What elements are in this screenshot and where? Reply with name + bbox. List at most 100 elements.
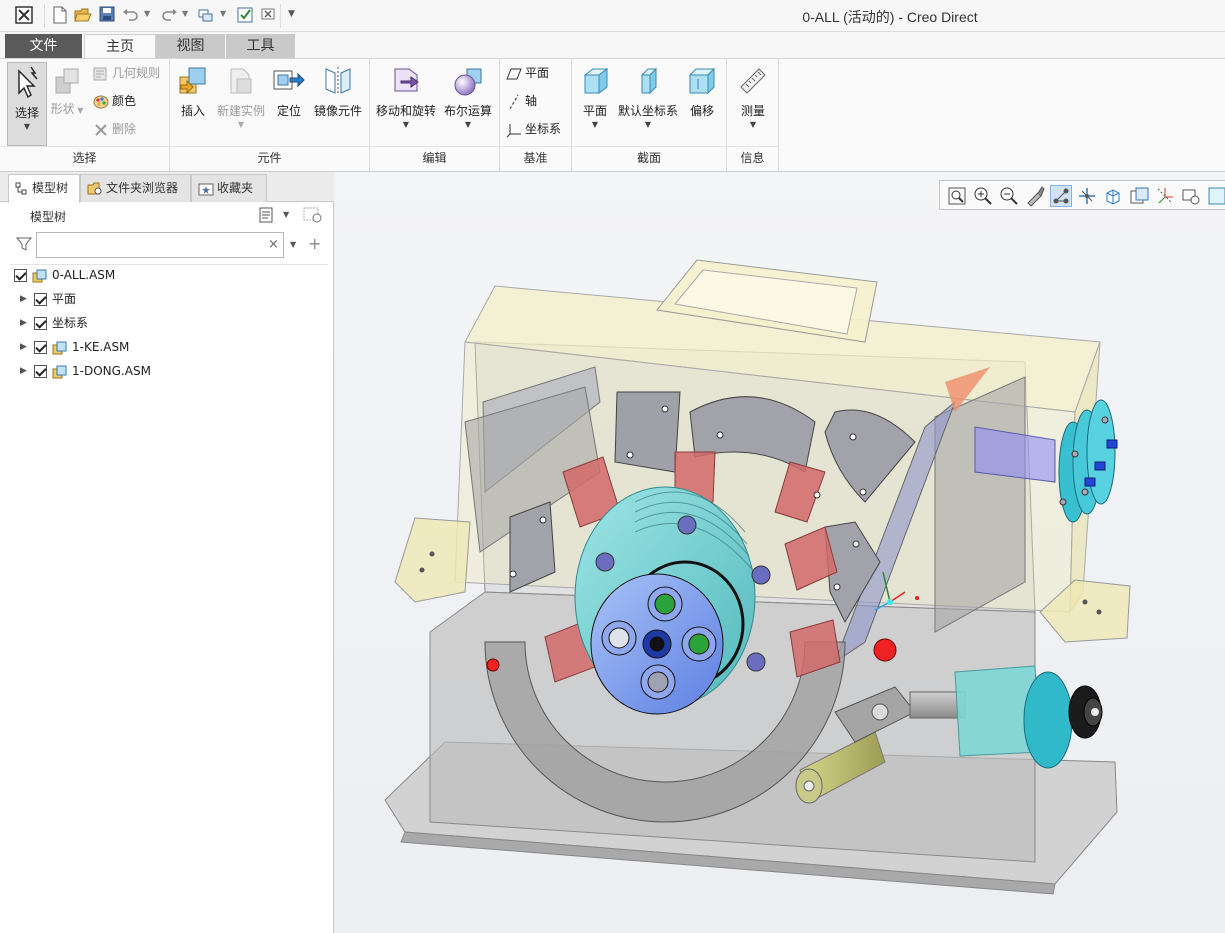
color-palette-icon — [93, 95, 109, 108]
model-tree-title: 模型树 — [30, 210, 67, 224]
group-datum: 平面 轴 坐标系 基准 — [500, 59, 572, 171]
move-rotate-button[interactable]: 移动和旋转 ▼ — [374, 65, 438, 129]
tree-item-checkbox[interactable] — [34, 317, 47, 330]
windows-icon[interactable] — [197, 6, 215, 24]
geometry-rules-button[interactable]: 几何规则 — [93, 63, 160, 83]
app-icon[interactable] — [15, 6, 33, 24]
group-label-select: 选择 — [72, 151, 97, 165]
new-icon[interactable] — [52, 6, 70, 24]
tree-settings-dropdown-icon[interactable]: ▼ — [283, 210, 289, 219]
expand-icon[interactable]: ▶ — [20, 288, 32, 310]
move-rotate-icon — [394, 68, 419, 92]
tab-home[interactable]: 主页 — [84, 34, 156, 59]
insert-button[interactable]: 插入 — [174, 65, 212, 119]
group-label-component: 元件 — [257, 151, 282, 165]
regenerate-icon[interactable] — [236, 6, 254, 24]
model-tree-icon — [15, 182, 27, 194]
tab-file[interactable]: 文件 — [5, 34, 83, 58]
tree-filter-input[interactable] — [36, 232, 284, 258]
tree-item-checkbox[interactable] — [34, 341, 47, 354]
ruler-icon — [740, 68, 766, 94]
navigator-panel: 模型树 文件夹浏览器 收藏夹 模型树 ▼ × ▼ + 0-ALL.ASM ▶ 平… — [0, 172, 334, 933]
group-info: 测量 ▼ 信息 — [727, 59, 779, 171]
shape-button[interactable]: 形状 ▼ — [49, 65, 85, 145]
tree-columns-icon[interactable] — [303, 206, 323, 227]
redo-dropdown-icon[interactable]: ▼ — [182, 9, 188, 18]
tab-favorites[interactable]: 收藏夹 — [191, 174, 267, 202]
expand-icon[interactable]: ▶ — [20, 312, 32, 334]
insert-component-icon — [179, 67, 206, 95]
customize-icon[interactable]: ▼ — [288, 9, 295, 19]
folder-browser-icon — [87, 182, 102, 194]
tab-view[interactable]: 视图 — [156, 34, 226, 58]
mirror-component-button[interactable]: 镜像元件 — [310, 65, 366, 119]
locate-icon — [273, 70, 305, 90]
ribbon: 选择 ▼ 形状 ▼ 几何规则 颜色 删除 选择 插入 新建实例 ▼ 定位 镜像元… — [0, 58, 1225, 172]
tree-item-dong-asm[interactable]: ▶ 1-DONG.ASM — [20, 360, 320, 382]
undo-dropdown-icon[interactable]: ▼ — [144, 9, 150, 18]
close-window-icon[interactable] — [260, 6, 278, 24]
graphics-viewport[interactable] — [335, 172, 1225, 933]
group-component: 插入 新建实例 ▼ 定位 镜像元件 元件 — [170, 59, 370, 171]
section-csys-icon — [640, 67, 658, 95]
select-button[interactable]: 选择 ▼ — [7, 62, 47, 146]
datum-csys-button[interactable]: 坐标系 — [506, 119, 561, 139]
section-offset-button[interactable]: 偏移 — [682, 65, 722, 119]
geometry-rules-icon — [93, 67, 107, 80]
tree-item-checkbox[interactable] — [34, 365, 47, 378]
tree-item-csys[interactable]: ▶ 坐标系 — [20, 312, 320, 334]
assembly-model-render[interactable] — [335, 172, 1225, 933]
csys-icon — [506, 123, 521, 137]
expand-icon[interactable]: ▶ — [20, 360, 32, 382]
select-arrow-icon — [18, 66, 38, 99]
section-default-csys-button[interactable]: 默认坐标系 ▼ — [616, 65, 680, 129]
assembly-icon — [52, 364, 68, 386]
open-icon[interactable] — [74, 6, 92, 24]
tree-item-ke-asm[interactable]: ▶ 1-KE.ASM — [20, 336, 320, 358]
window-title: 0-ALL (活动的) - Creo Direct — [802, 9, 978, 25]
tab-tools[interactable]: 工具 — [226, 34, 296, 58]
section-plane-button[interactable]: 平面 ▼ — [576, 65, 614, 129]
clear-filter-icon[interactable]: × — [268, 237, 279, 252]
tree-item-checkbox[interactable] — [14, 269, 27, 282]
group-label-edit: 编辑 — [422, 151, 447, 165]
group-label-section: 截面 — [636, 151, 661, 165]
shape-icon — [55, 68, 79, 94]
section-plane-icon — [583, 68, 609, 94]
tree-item-root[interactable]: 0-ALL.ASM — [14, 264, 314, 286]
tree-item-planes[interactable]: ▶ 平面 — [20, 288, 320, 310]
group-edit: 移动和旋转 ▼ 布尔运算 ▼ 编辑 — [370, 59, 500, 171]
undo-icon[interactable] — [122, 6, 140, 24]
tree-item-checkbox[interactable] — [34, 293, 47, 306]
delete-icon — [95, 123, 107, 136]
filter-icon — [15, 236, 33, 255]
datum-plane-button[interactable]: 平面 — [506, 63, 549, 83]
new-instance-button[interactable]: 新建实例 ▼ — [214, 65, 268, 129]
measure-button[interactable]: 测量 ▼ — [733, 65, 773, 129]
plane-icon — [506, 68, 522, 79]
tab-model-tree[interactable]: 模型树 — [8, 174, 80, 203]
filter-dropdown-icon[interactable]: ▼ — [290, 240, 296, 249]
datum-axis-button[interactable]: 轴 — [506, 91, 537, 111]
axis-icon — [509, 94, 519, 109]
delete-button[interactable]: 删除 — [93, 119, 136, 139]
ribbon-tabs: 文件 主页 视图 工具 — [0, 32, 1225, 59]
locate-button[interactable]: 定位 — [270, 65, 308, 119]
tab-folder-browser[interactable]: 文件夹浏览器 — [80, 174, 191, 202]
color-button[interactable]: 颜色 — [93, 91, 136, 111]
navigator-tabs: 模型树 文件夹浏览器 收藏夹 — [0, 172, 334, 203]
boolean-button[interactable]: 布尔运算 ▼ — [440, 65, 496, 129]
mirror-icon — [325, 67, 351, 95]
expand-icon[interactable]: ▶ — [20, 336, 32, 358]
section-offset-icon — [688, 67, 716, 95]
assembly-icon — [32, 268, 48, 290]
tree-settings-icon[interactable] — [258, 206, 276, 227]
group-select: 选择 ▼ 形状 ▼ 几何规则 颜色 删除 选择 — [0, 59, 170, 171]
title-bar: ▼ ▼ ▼ ▼ 0-ALL (活动的) - Creo Direct — [0, 0, 1225, 32]
new-instance-icon — [230, 68, 252, 94]
redo-icon[interactable] — [160, 6, 178, 24]
save-icon[interactable] — [99, 6, 117, 24]
windows-dropdown-icon[interactable]: ▼ — [220, 9, 226, 18]
assembly-icon — [52, 340, 68, 362]
add-filter-icon[interactable]: + — [308, 234, 321, 253]
